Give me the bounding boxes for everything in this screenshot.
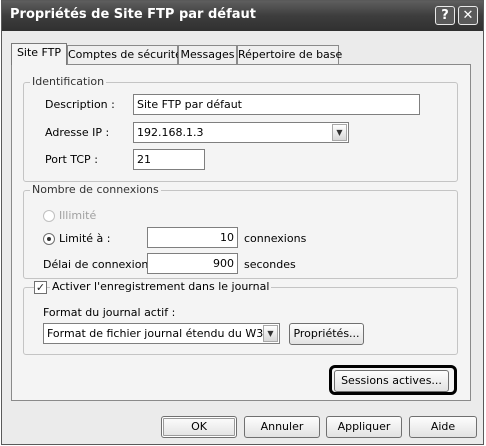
unlimited-label: Illimité (59, 209, 97, 222)
tab-repertoire-base[interactable]: Répertoire de base (237, 45, 342, 64)
tab-messages[interactable]: Messages (178, 45, 237, 64)
timeout-unit: secondes (244, 258, 296, 271)
logging-group: ✓ Activer l'enregistrement dans le journ… (23, 280, 458, 355)
enable-logging-checkbox[interactable]: ✓ (34, 281, 47, 294)
unlimited-radio[interactable] (43, 210, 55, 222)
properties-dialog: Propriétés de Site FTP par défaut ? ✕ Si… (1, 0, 484, 445)
connection-limit-unit: connexions (244, 232, 307, 245)
identification-group: Identification Description : Site FTP pa… (23, 75, 458, 182)
close-icon: ✕ (462, 8, 474, 23)
chevron-down-icon[interactable]: ▼ (263, 325, 278, 342)
connection-limit-input[interactable]: 10 (147, 227, 238, 248)
ip-address-label: Adresse IP : (45, 126, 110, 139)
help-footer-button[interactable]: Aide (409, 416, 477, 438)
tab-site-ftp[interactable]: Site FTP (11, 43, 67, 65)
timeout-input[interactable]: 900 (147, 253, 238, 274)
limited-radio[interactable] (43, 233, 55, 245)
limited-label: Limité à : (59, 232, 111, 245)
check-icon: ✓ (35, 281, 46, 294)
apply-button[interactable]: Appliquer (326, 416, 402, 438)
help-button[interactable]: ? (435, 6, 455, 25)
description-label: Description : (45, 98, 115, 111)
tcp-port-input[interactable]: 21 (133, 149, 205, 170)
log-format-select[interactable]: Format de fichier journal étendu du W3C … (43, 323, 280, 344)
identification-legend: Identification (30, 75, 107, 88)
log-format-label: Format du journal actif : (43, 306, 176, 319)
enable-logging-label: Activer l'enregistrement dans le journal (50, 280, 272, 293)
connections-legend: Nombre de connexions (30, 183, 161, 196)
connections-group: Nombre de connexions Illimité Limité à :… (23, 183, 458, 279)
description-input[interactable]: Site FTP par défaut (133, 94, 420, 115)
cancel-button[interactable]: Annuler (244, 416, 320, 438)
title-bar: Propriétés de Site FTP par défaut ? ✕ (2, 1, 483, 31)
log-format-value: Format de fichier journal étendu du W3C (47, 327, 271, 340)
tab-comptes-securite[interactable]: Comptes de sécurité (67, 45, 182, 64)
ok-button[interactable]: OK (161, 416, 237, 438)
radio-selected-dot (47, 237, 51, 241)
chevron-down-icon[interactable]: ▼ (332, 124, 347, 141)
dialog-title: Propriétés de Site FTP par défaut (10, 7, 257, 22)
ip-address-value: 192.168.1.3 (137, 126, 204, 139)
tab-panel-site-ftp: Identification Description : Site FTP pa… (11, 64, 471, 401)
tcp-port-label: Port TCP : (45, 153, 98, 166)
sessions-highlight-frame (329, 365, 457, 395)
log-properties-button[interactable]: Propriétés... (289, 323, 364, 345)
timeout-label: Délai de connexion : (43, 258, 156, 271)
close-button[interactable]: ✕ (458, 6, 478, 25)
ip-address-select[interactable]: 192.168.1.3 ▼ (133, 122, 349, 143)
